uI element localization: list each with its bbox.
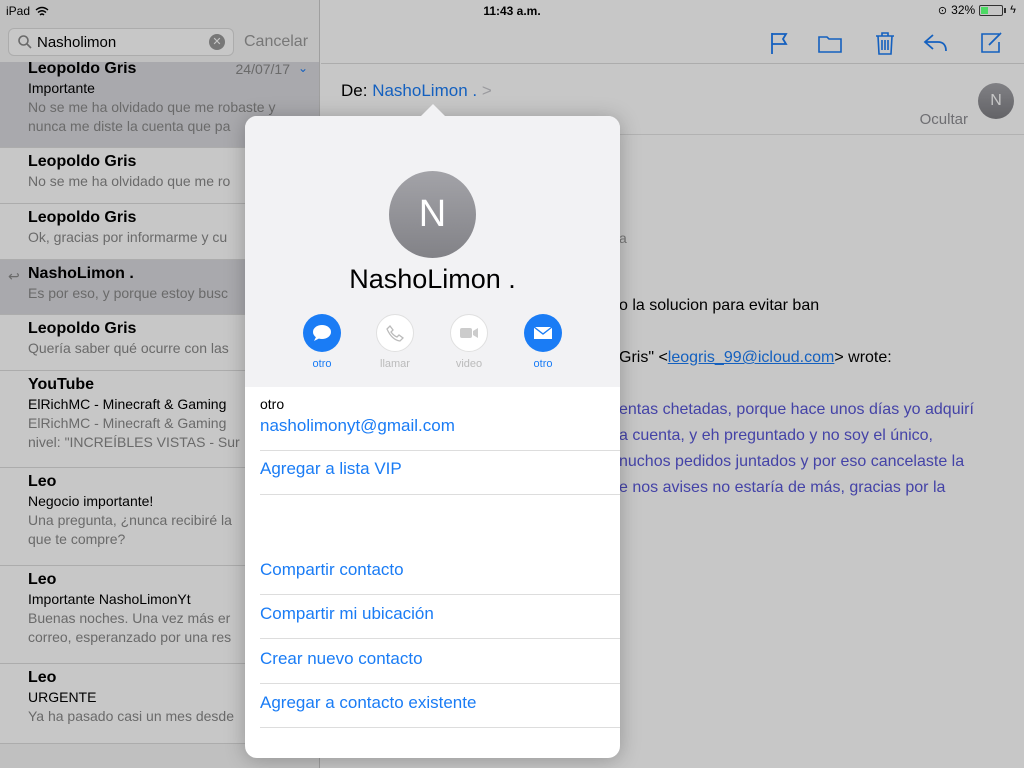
share-location-row[interactable]: Compartir mi ubicación — [260, 604, 620, 639]
battery-icon — [979, 4, 1004, 16]
email-address-link[interactable]: nasholimonyt@gmail.com — [260, 416, 620, 436]
action-mail-button[interactable]: otro — [513, 314, 573, 370]
charging-icon: ϟ — [1010, 4, 1016, 16]
add-vip-button[interactable]: Agregar a lista VIP — [260, 459, 620, 479]
action-label: otro — [312, 358, 332, 370]
contact-name: NashoLimon . — [349, 264, 516, 294]
contact-card-popover: N NashoLimon . otro llamar video otro ot… — [245, 116, 620, 758]
share-contact-row[interactable]: Compartir contacto — [260, 560, 620, 595]
action-label: video — [455, 358, 483, 370]
add-existing-row[interactable]: Agregar a contacto existente — [260, 693, 620, 728]
battery-fill — [981, 6, 988, 14]
action-call-button[interactable]: llamar — [365, 314, 425, 370]
action-label: llamar — [380, 358, 410, 370]
video-icon — [460, 328, 478, 338]
avatar: N — [389, 171, 476, 258]
mail-icon — [533, 326, 553, 339]
contact-actions: otro llamar video otro — [245, 314, 620, 374]
create-contact-button[interactable]: Crear nuevo contacto — [260, 649, 620, 669]
phone-icon — [386, 325, 404, 342]
email-type-label: otro — [260, 396, 285, 412]
message-icon — [313, 325, 331, 341]
contact-card-header: N NashoLimon . otro llamar video otro — [245, 116, 620, 387]
share-location-button[interactable]: Compartir mi ubicación — [260, 604, 620, 624]
battery-percent: 32% — [951, 3, 976, 17]
status-right: ⊙ 32% ϟ — [938, 3, 1016, 17]
add-vip-row[interactable]: Agregar a lista VIP — [260, 459, 620, 495]
battery-tip — [1004, 7, 1007, 13]
popover-arrow — [420, 104, 446, 117]
action-label: otro — [533, 358, 553, 370]
status-time: 11:43 a.m. — [483, 4, 541, 18]
rotation-lock-icon: ⊙ — [937, 4, 948, 17]
action-message-button[interactable]: otro — [292, 314, 352, 370]
share-contact-button[interactable]: Compartir contacto — [260, 560, 620, 580]
new-contact-row[interactable]: Crear nuevo contacto — [260, 649, 620, 684]
action-video-button[interactable]: video — [439, 314, 499, 370]
add-to-existing-button[interactable]: Agregar a contacto existente — [260, 693, 620, 713]
status-bar: iPad 11:43 a.m. ⊙ 32% ϟ — [0, 0, 1024, 22]
email-row[interactable]: otro nasholimonyt@gmail.com — [260, 396, 620, 451]
